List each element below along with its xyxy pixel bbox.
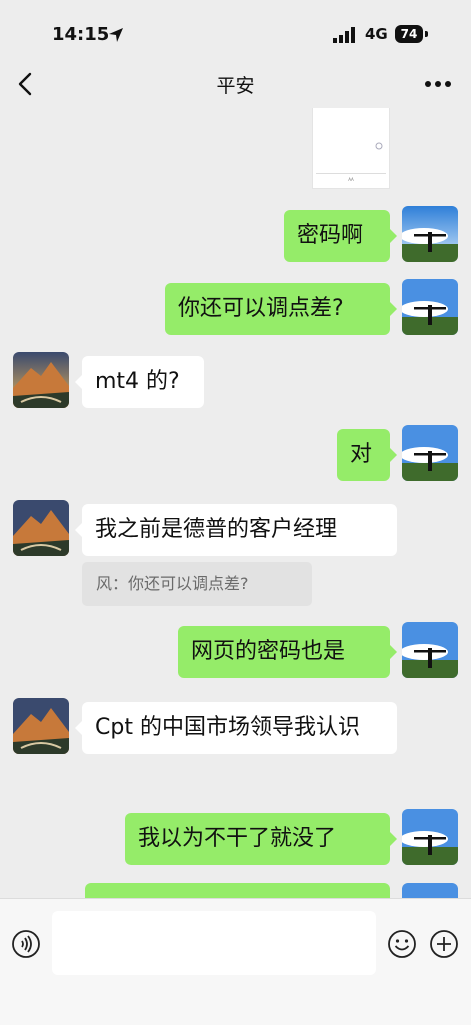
emoji-icon[interactable] — [386, 928, 418, 960]
image-dot-icon — [375, 142, 383, 150]
battery-cap — [425, 31, 428, 37]
chat-header: 平安 — [0, 60, 471, 108]
my-avatar[interactable] — [402, 279, 458, 335]
contact-avatar[interactable] — [13, 352, 69, 408]
quoted-message[interactable]: 风：你还可以调点差? — [82, 562, 312, 606]
message-bubble-outgoing-partial[interactable] — [85, 883, 390, 898]
voice-icon[interactable] — [10, 928, 42, 960]
message-bubble-outgoing[interactable]: 对 — [337, 429, 397, 481]
shared-image-caption: AA — [316, 173, 386, 186]
chat-area[interactable]: AA 密码啊 你还可以调点差? mt4 的? 对 我之前是德普的客户经理 风：你… — [0, 108, 471, 898]
location-arrow-icon — [109, 28, 123, 42]
message-bubble-outgoing[interactable]: 网页的密码也是 — [178, 626, 397, 678]
chat-title: 平安 — [216, 75, 255, 97]
signal-icon — [333, 27, 355, 43]
network-type: 4G — [365, 25, 388, 43]
input-bar — [0, 898, 471, 1025]
battery-icon: 74 — [395, 25, 423, 43]
message-bubble-outgoing[interactable]: 密码啊 — [284, 210, 397, 262]
my-avatar[interactable] — [402, 425, 458, 481]
my-avatar[interactable] — [402, 883, 458, 898]
message-bubble-outgoing[interactable]: 你还可以调点差? — [165, 283, 397, 335]
my-avatar[interactable] — [402, 206, 458, 262]
shared-image-message[interactable]: AA — [312, 108, 390, 189]
message-bubble-incoming[interactable]: mt4 的? — [75, 356, 204, 408]
my-avatar[interactable] — [402, 622, 458, 678]
message-bubble-outgoing[interactable]: 我以为不干了就没了 — [125, 813, 397, 865]
plus-icon[interactable] — [428, 928, 460, 960]
status-bar: 14:15 4G 74 — [0, 0, 471, 60]
status-time: 14:15 — [52, 24, 110, 45]
message-input[interactable] — [52, 911, 376, 975]
message-bubble-incoming[interactable]: 我之前是德普的客户经理 — [75, 504, 397, 556]
my-avatar[interactable] — [402, 809, 458, 865]
more-dots-icon[interactable] — [420, 70, 456, 98]
message-bubble-incoming[interactable]: Cpt 的中国市场领导我认识 — [75, 702, 397, 754]
contact-avatar[interactable] — [13, 500, 69, 556]
contact-avatar[interactable] — [13, 698, 69, 754]
